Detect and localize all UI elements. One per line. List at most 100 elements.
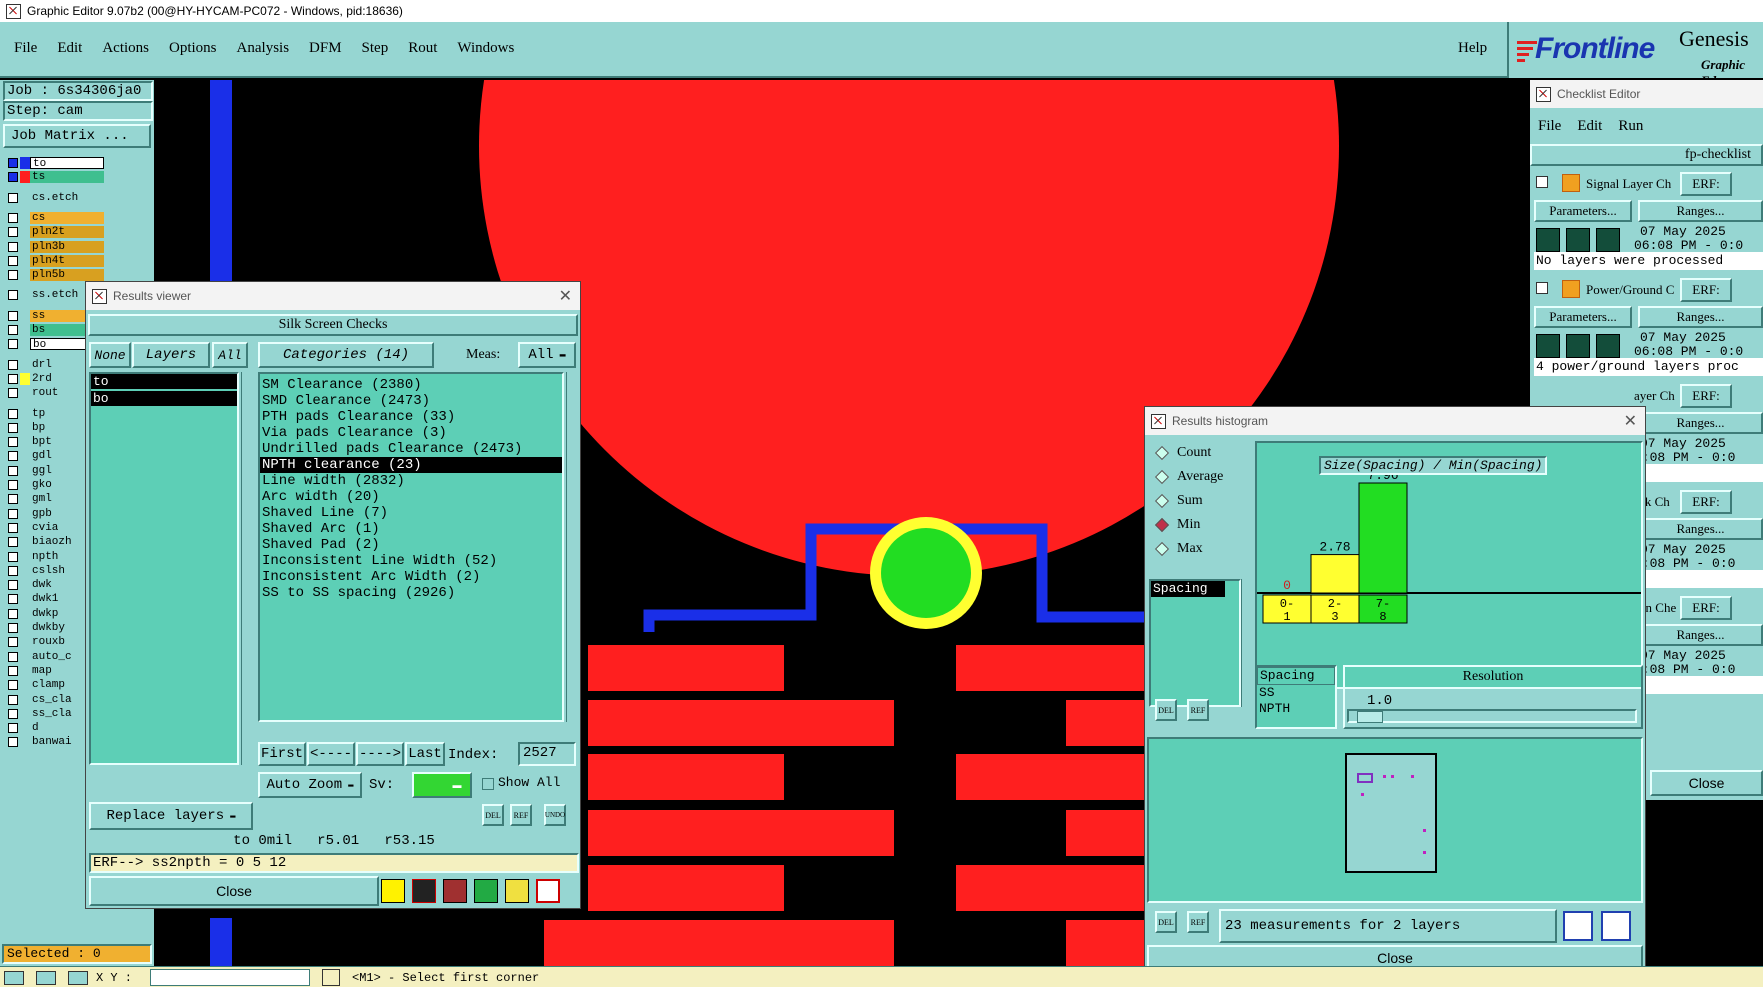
menu-actions[interactable]: Actions (102, 40, 149, 57)
undo-button[interactable]: UNDO (544, 804, 566, 826)
layer-name[interactable]: pln3b (30, 240, 104, 253)
results-viewer-close-button[interactable]: Close (89, 876, 379, 906)
layer-checkbox[interactable] (8, 158, 18, 168)
sv-color-select[interactable]: ▬ (412, 772, 472, 798)
layer-checkbox[interactable] (8, 325, 18, 335)
list-item[interactable]: Spacing (1151, 581, 1225, 597)
check-stop-icon[interactable] (1596, 228, 1620, 252)
sum-option[interactable]: Sum (1149, 489, 1253, 513)
layer-checkbox[interactable] (8, 522, 18, 533)
category-item[interactable]: Inconsistent Arc Width (2) (260, 569, 562, 585)
layer-checkbox[interactable] (8, 422, 18, 433)
check-stop-icon[interactable] (1596, 334, 1620, 358)
check-erf-field[interactable]: ERF: (1680, 490, 1732, 514)
layer-checkbox[interactable] (8, 359, 18, 370)
layer-checkbox[interactable] (8, 608, 18, 619)
meas-select[interactable]: All ▬ (518, 342, 576, 368)
pointer-icon[interactable] (4, 971, 24, 985)
check-params-button[interactable]: Parameters... (1534, 306, 1632, 328)
checklist-menu-file[interactable]: File (1538, 118, 1561, 135)
layer-checkbox[interactable] (8, 290, 18, 301)
next-button[interactable]: ----> (356, 742, 404, 766)
layer-checkbox[interactable] (8, 172, 18, 183)
resolution-slider[interactable] (1347, 709, 1637, 723)
none-button[interactable]: None (89, 342, 131, 368)
category-item[interactable]: NPTH clearance (23) (260, 457, 562, 473)
menu-analysis[interactable]: Analysis (237, 40, 290, 57)
layers-button[interactable]: Layers (132, 342, 210, 368)
average-option[interactable]: Average (1149, 465, 1253, 489)
category-item[interactable]: PTH pads Clearance (33) (260, 409, 562, 425)
category-item[interactable]: Shaved Line (7) (260, 505, 562, 521)
check-erf-field[interactable]: ERF: (1680, 596, 1732, 620)
show-all-checkbox[interactable] (482, 778, 494, 790)
layer-checkbox[interactable] (8, 565, 18, 576)
category-list-scrollbar[interactable] (566, 372, 578, 722)
layer-checkbox[interactable] (8, 480, 18, 490)
layer-checkbox[interactable] (8, 192, 18, 203)
category-item[interactable]: SMD Clearance (2473) (260, 393, 562, 409)
layer-checkbox[interactable] (8, 708, 18, 719)
layer-checkbox[interactable] (8, 339, 18, 350)
layer-checkbox[interactable] (8, 241, 18, 252)
menu-help[interactable]: Help (1458, 40, 1487, 57)
layer-checkbox[interactable] (8, 537, 18, 548)
category-item[interactable]: SS to SS spacing (2926) (260, 585, 562, 601)
min-option[interactable]: Min (1149, 513, 1253, 537)
layer-checkbox[interactable] (8, 451, 18, 462)
categories-button[interactable]: Categories (14) (258, 342, 434, 368)
close-icon[interactable]: ✕ (1624, 411, 1637, 431)
layer-name[interactable]: pln2t (30, 226, 104, 239)
category-item[interactable]: SM Clearance (2380) (260, 377, 562, 393)
highlight-tool-icon[interactable] (381, 879, 405, 903)
layer-checkbox[interactable] (8, 310, 18, 321)
category-item[interactable]: Undrilled pads Clearance (2473) (260, 441, 562, 457)
layer-checkbox[interactable] (8, 270, 18, 281)
layer-checkbox[interactable] (8, 623, 18, 633)
last-button[interactable]: Last (405, 742, 445, 766)
check-erf-field[interactable]: ERF: (1680, 278, 1732, 302)
layer-checkbox[interactable] (8, 594, 18, 605)
layer-checkbox[interactable] (8, 508, 18, 519)
layer-row-pln3b[interactable]: pln3b (4, 240, 104, 254)
preview-del-button[interactable]: DEL (1155, 911, 1177, 933)
del-button[interactable]: DEL (482, 804, 504, 826)
layer-checkbox[interactable] (8, 373, 18, 384)
zoom-fit-icon[interactable] (1563, 911, 1593, 941)
prev-button[interactable]: <---- (307, 742, 355, 766)
auto-zoom-select[interactable]: Auto Zoom ▬ (258, 772, 362, 798)
menu-rout[interactable]: Rout (408, 40, 437, 57)
layer-row-to[interactable]: to (4, 156, 104, 170)
list-item[interactable]: Spacing (1257, 667, 1335, 685)
preview-ref-button[interactable]: REF (1187, 911, 1209, 933)
layer-name[interactable]: pln4t (30, 254, 104, 267)
all-layers-button[interactable]: All (212, 342, 248, 368)
check-params-button[interactable]: Parameters... (1534, 200, 1632, 222)
layer-checkbox[interactable] (8, 255, 18, 266)
spacing-list[interactable]: Spacing SS NPTH (1255, 665, 1337, 729)
category-item[interactable]: Arc width (20) (260, 489, 562, 505)
menu-windows[interactable]: Windows (457, 40, 514, 57)
category-item[interactable]: Shaved Arc (1) (260, 521, 562, 537)
layer-list-scrollbar[interactable] (241, 372, 253, 765)
menu-options[interactable]: Options (169, 40, 217, 57)
measure-list[interactable]: Spacing (1149, 579, 1241, 707)
check-ranges-button[interactable]: Ranges... (1638, 624, 1763, 646)
layer-checkbox[interactable] (8, 212, 18, 223)
record-tool-icon[interactable] (412, 879, 436, 903)
layer-checkbox[interactable] (8, 651, 18, 662)
layer-row-cs[interactable]: cs (4, 211, 104, 225)
slider-thumb[interactable] (1357, 711, 1383, 723)
layer-name[interactable]: cs (30, 211, 104, 224)
cross-icon[interactable] (36, 971, 56, 985)
histogram-bar[interactable] (1310, 554, 1360, 594)
layer-checkbox[interactable] (8, 437, 18, 448)
check-ranges-button[interactable]: Ranges... (1638, 518, 1763, 540)
category-item[interactable]: Via pads Clearance (3) (260, 425, 562, 441)
ref-button[interactable]: REF (510, 804, 532, 826)
check-view-icon[interactable] (1566, 334, 1590, 358)
check-run-icon[interactable] (1536, 334, 1560, 358)
checklist-close-button[interactable]: Close (1650, 770, 1763, 796)
list-item[interactable]: to (91, 374, 237, 389)
layer-checkbox[interactable] (8, 465, 18, 476)
